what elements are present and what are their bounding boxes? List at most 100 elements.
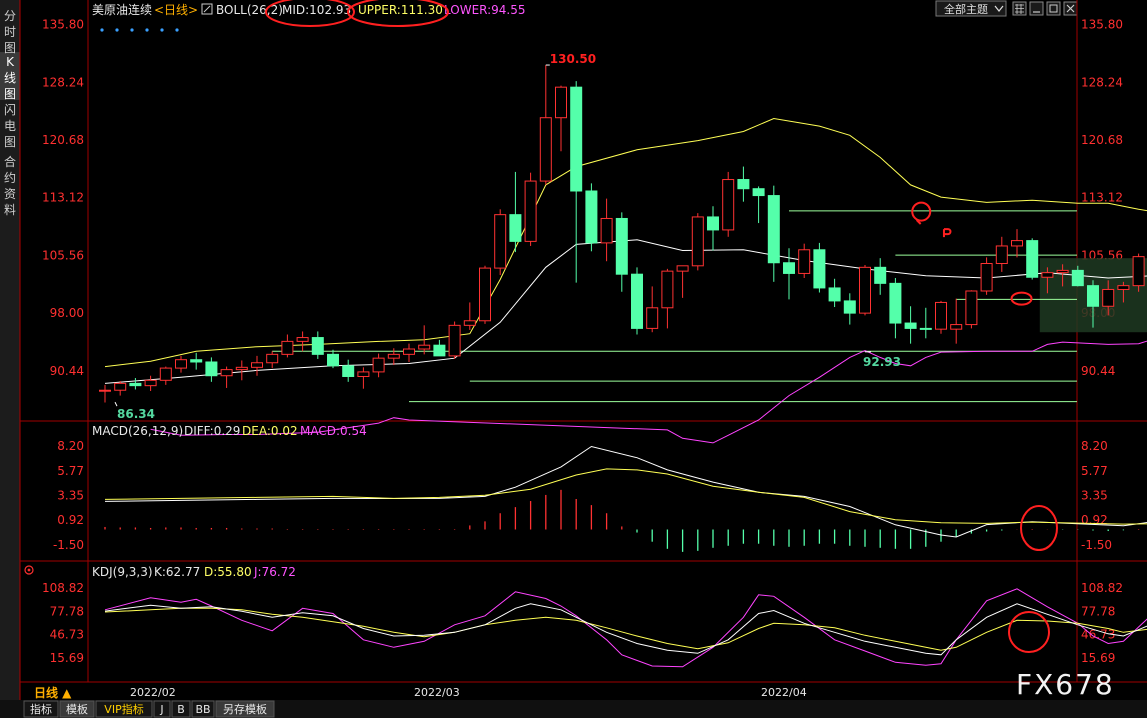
candle-up [418, 344, 431, 350]
macd-y-tick-right: 5.77 [1081, 464, 1108, 478]
minimize-button[interactable] [1029, 1, 1044, 16]
candle-up [935, 301, 947, 330]
period-button[interactable]: 日线 ▲ [34, 685, 72, 700]
kdj-y-tick-right: 108.82 [1081, 581, 1123, 595]
candle-up [1011, 240, 1023, 247]
candle-down [919, 327, 932, 330]
left-tab-char: 线 [4, 71, 16, 85]
kdj-name: KDJ(9,3,3) [92, 565, 153, 579]
high-annotation: 130.50 [550, 52, 596, 66]
macd-value: MACD:0.54 [300, 424, 367, 438]
left-tab-char: 约 [4, 170, 16, 185]
candle-up [266, 353, 279, 364]
theme-button-label: 全部主题 [944, 2, 988, 16]
left-tab-char: 图 [4, 135, 16, 149]
candle-down [327, 353, 339, 367]
date-label-feb: 2022/02 [130, 686, 176, 699]
bottom-tab-label: BB [195, 703, 210, 716]
candle-up [494, 214, 507, 269]
watermark: FX678 [1016, 668, 1115, 701]
boll-lower: LOWER:94.55 [444, 3, 526, 17]
y-tick-left: 113.12 [42, 191, 84, 205]
kdj-d: D:55.80 [204, 565, 252, 579]
boll-upper: UPPER:111.30 [358, 3, 443, 17]
macd-y-tick-right: 8.20 [1081, 439, 1108, 453]
kdj-j: J:76.72 [253, 565, 296, 579]
bottom-tab-label: VIP指标 [104, 702, 143, 716]
candle-up [403, 348, 415, 355]
left-tab-char: 图 [4, 41, 16, 55]
candle-up [950, 324, 963, 330]
candle-down [904, 322, 917, 329]
y-tick-right: 90.44 [1081, 364, 1115, 378]
candle-down [615, 217, 628, 275]
candle-up [463, 320, 476, 326]
candle-down [752, 188, 765, 197]
candle-down [129, 382, 142, 387]
candle-down [1026, 240, 1039, 278]
candle-down [311, 337, 324, 355]
macd-y-tick-right: 3.35 [1081, 488, 1108, 502]
left-tab-char: 分 [4, 9, 16, 23]
candle-down [737, 179, 750, 190]
candle-up [1102, 288, 1115, 307]
candle-up [159, 367, 172, 381]
candle-up [357, 371, 370, 377]
macd-y-tick-left: 5.77 [57, 464, 84, 478]
candle-down [631, 273, 643, 329]
candle-up [235, 366, 248, 371]
low-annotation-a: 86.34 [117, 407, 155, 421]
kdj-y-tick-right: 15.69 [1081, 651, 1115, 665]
candle-up [600, 217, 613, 244]
candle-down [707, 216, 719, 231]
candle-up [387, 353, 400, 359]
candle-up [539, 117, 552, 182]
left-tab-char: K [6, 55, 15, 69]
candle-up [965, 290, 978, 326]
bottom-tab-group[interactable]: 指标 模板 VIP指标 J B BB 另存模板 [23, 700, 275, 718]
candle-up [99, 389, 111, 392]
candle-down [783, 262, 795, 274]
period-selector[interactable]: 日线 ▲ [34, 685, 72, 700]
candle-up [281, 340, 294, 355]
futures-chart: 分时图K线图闪电图合约资料 美原油连续 <日线> BOLL(26,2) MID:… [0, 0, 1147, 718]
kdj-y-tick-left: 15.69 [50, 651, 84, 665]
candle-down [843, 300, 856, 314]
candle-up [220, 369, 233, 377]
y-tick-right: 135.80 [1081, 18, 1123, 32]
candle-down [342, 365, 355, 377]
candle-up [691, 216, 704, 267]
macd-y-tick-right: -1.50 [1081, 538, 1112, 552]
kdj-y-tick-left: 77.78 [50, 604, 84, 618]
candle-up [646, 307, 659, 329]
candle-up [448, 324, 461, 357]
candle-down [1071, 269, 1084, 287]
candle-up [114, 382, 127, 391]
candle-up [1117, 285, 1130, 290]
macd-header: MACD(26,12,9) DIFF:0.29 DEA:0.02 MACD:0.… [92, 424, 367, 438]
y-tick-right: 120.68 [1081, 133, 1123, 147]
bottom-tab-label: B [177, 703, 185, 716]
toolbar: 全部主题 [935, 0, 1078, 17]
candle-up [859, 266, 871, 314]
candle-up [555, 86, 567, 119]
macd-y-tick-left: 8.20 [57, 439, 84, 453]
candle-up [1041, 272, 1054, 278]
maximize-button[interactable] [1046, 1, 1061, 16]
date-label-mar: 2022/03 [414, 686, 460, 699]
kdj-settings-icon-dot [27, 568, 31, 572]
macd-y-tick-left: 3.35 [57, 488, 84, 502]
left-tab-char: 图 [4, 87, 16, 101]
candle-down [874, 266, 887, 284]
candle-up [524, 180, 537, 242]
candle-down [889, 282, 902, 324]
candle-down [828, 287, 841, 302]
left-tab-char: 料 [4, 203, 16, 217]
y-tick-left: 135.80 [42, 18, 84, 32]
left-tab-char: 时 [4, 25, 16, 39]
y-tick-left: 128.24 [42, 75, 84, 89]
fx678-watermark: FX678 [1016, 668, 1115, 701]
macd-dea: DEA:0.02 [242, 424, 298, 438]
candle-up [722, 179, 735, 231]
macd-y-tick-left: -1.50 [53, 538, 84, 552]
